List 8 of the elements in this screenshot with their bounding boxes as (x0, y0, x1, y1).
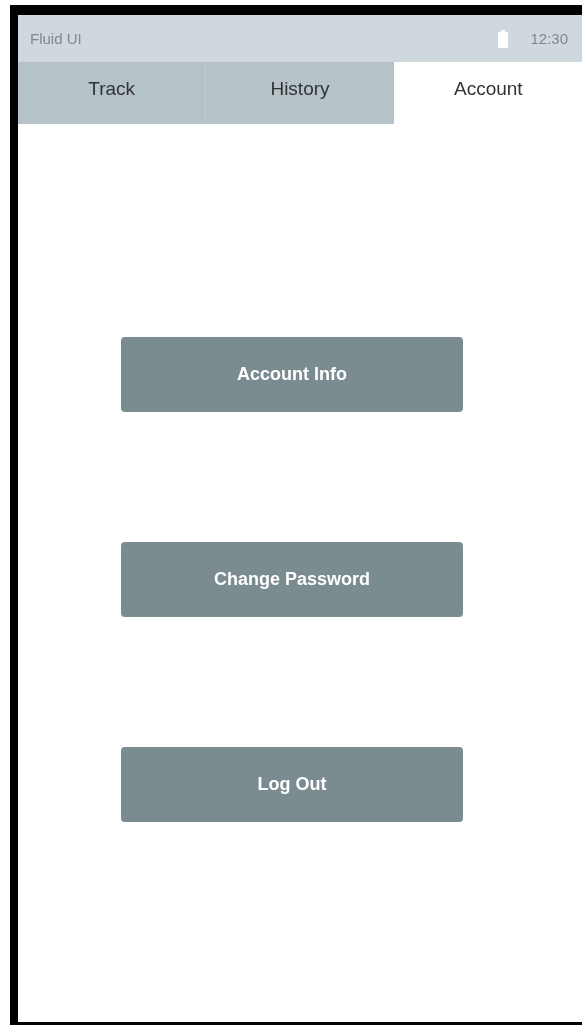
action-button[interactable]: Account Info (121, 337, 463, 412)
app-title: Fluid UI (30, 30, 83, 47)
clock: 12:30 (530, 30, 568, 47)
tab[interactable]: Track (18, 62, 206, 124)
action-button[interactable]: Change Password (121, 542, 463, 617)
action-button[interactable]: Log Out (121, 747, 463, 822)
tab[interactable]: History (205, 62, 394, 124)
battery-icon (498, 29, 509, 48)
